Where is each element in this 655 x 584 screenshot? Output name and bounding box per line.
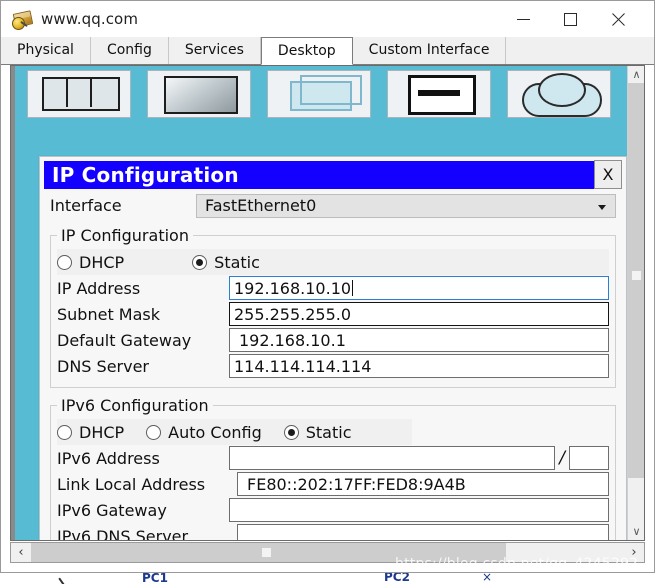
close-icon <box>611 12 626 27</box>
ipv6-dns-server-label: IPv6 DNS Server <box>57 526 189 541</box>
ipv6-radio-static[interactable]: Static <box>283 422 352 442</box>
dns-server-input[interactable]: 114.114.114.114 <box>229 354 609 378</box>
scroll-left-icon[interactable]: ‹ <box>11 543 31 562</box>
chevron-down-icon <box>598 204 606 210</box>
interface-row: Interface FastEthernet0 <box>50 193 616 218</box>
vertical-scrollbar-thumb[interactable] <box>628 83 644 478</box>
wireframe-box-icon[interactable] <box>267 70 371 118</box>
diagram-link-line <box>58 573 88 584</box>
ip-configuration-dialog: IP Configuration X Interface FastEtherne… <box>39 156 627 540</box>
interface-selected-value: FastEthernet0 <box>205 196 317 215</box>
ipv6-prefix-separator: / <box>559 448 565 468</box>
ip-address-input[interactable]: 192.168.10.10 <box>229 276 609 300</box>
window-title: www.qq.com <box>41 10 139 28</box>
ipv4-radio-dhcp-label: DHCP <box>79 252 125 272</box>
radio-circle-icon <box>146 424 162 440</box>
application-window: www.qq.com Physical Config Services Desk… <box>0 0 655 573</box>
radio-circle-selected-icon <box>283 424 299 440</box>
network-device-icon[interactable] <box>387 70 491 118</box>
ipv6-gateway-label: IPv6 Gateway <box>57 500 167 520</box>
tab-physical[interactable]: Physical <box>1 37 91 64</box>
ip-address-row: IP Address 192.168.10.10 <box>57 275 609 301</box>
ipv6-radio-static-label: Static <box>305 422 352 442</box>
desktop-canvas-area: Conector IP Configuration X Interface Fa… <box>10 65 645 541</box>
close-button[interactable] <box>596 1 640 37</box>
scroll-down-icon[interactable]: ∨ <box>628 523 644 540</box>
diagram-label-pc1: PC1 <box>142 573 168 584</box>
ipv4-mode-radiogroup: DHCP Static <box>57 249 609 275</box>
network-canvas[interactable]: Conector IP Configuration X Interface Fa… <box>11 66 627 540</box>
minimize-button[interactable] <box>501 1 545 37</box>
default-gateway-input[interactable]: 192.168.10.1 <box>229 328 609 352</box>
ipv6-gateway-row: IPv6 Gateway <box>57 497 609 523</box>
radio-circle-selected-icon <box>192 254 208 270</box>
switch-rack-icon[interactable] <box>27 70 131 118</box>
radio-circle-icon <box>57 424 72 440</box>
ipv6-gateway-input[interactable] <box>229 498 609 522</box>
dialog-body: Interface FastEthernet0 IP Configuration <box>44 193 622 540</box>
ipv4-group: IP Configuration DHCP Static IP Address … <box>50 226 616 388</box>
ipv4-radio-dhcp[interactable]: DHCP <box>57 253 124 272</box>
link-local-address-label: Link Local Address <box>57 474 206 494</box>
background-diagram-strip: PC1 PC2 × <box>0 573 655 584</box>
ipv4-radio-static[interactable]: Static <box>192 253 260 272</box>
ipv6-address-row: IPv6 Address / <box>57 445 609 471</box>
ipv4-group-legend: IP Configuration <box>61 226 189 245</box>
ipv6-dns-server-input[interactable] <box>237 524 609 540</box>
scrollbar-grip <box>632 271 641 280</box>
dialog-titlebar: IP Configuration X <box>44 160 622 189</box>
dns-server-row: DNS Server 114.114.114.114 <box>57 353 609 379</box>
dialog-close-button[interactable]: X <box>594 160 622 189</box>
ipv6-radio-auto-config-label: Auto Config <box>168 422 262 442</box>
tab-bar: Physical Config Services Desktop Custom … <box>1 37 654 65</box>
link-local-address-row: Link Local Address FE80::202:17FF:FED8:9… <box>57 471 609 497</box>
cloud-icon[interactable] <box>507 70 611 118</box>
radio-circle-icon <box>57 254 72 270</box>
dialog-title: IP Configuration <box>52 163 239 187</box>
ipv6-radio-dhcp-label: DHCP <box>79 422 125 442</box>
subnet-mask-input[interactable]: 255.255.255.0 <box>229 302 609 326</box>
minimize-icon <box>516 18 530 20</box>
interface-select[interactable]: FastEthernet0 <box>196 193 616 218</box>
ipv4-radio-static-label: Static <box>214 252 260 272</box>
monitor-icon[interactable] <box>147 70 251 118</box>
ipv6-address-label: IPv6 Address <box>57 448 160 468</box>
ipv6-radio-auto-config[interactable]: Auto Config <box>146 423 262 442</box>
ipv6-dns-server-row: IPv6 DNS Server <box>57 523 609 540</box>
window-titlebar: www.qq.com <box>1 1 654 37</box>
mail-search-icon <box>12 9 34 30</box>
canvas-vertical-scrollbar[interactable]: ∧ ∨ <box>627 66 644 540</box>
default-gateway-row: Default Gateway 192.168.10.1 <box>57 327 609 353</box>
ipv6-mode-radiogroup: DHCP Auto Config Static <box>57 419 412 445</box>
dns-server-label: DNS Server <box>57 356 149 376</box>
tab-filler <box>506 37 654 64</box>
ipv6-radio-dhcp[interactable]: DHCP <box>57 423 124 442</box>
tab-config[interactable]: Config <box>90 37 169 64</box>
interface-label: Interface <box>50 196 122 215</box>
ipv6-group-legend: IPv6 Configuration <box>61 396 209 415</box>
default-gateway-label: Default Gateway <box>57 330 192 350</box>
maximize-icon <box>563 12 577 26</box>
diagram-label-pc2: PC2 <box>384 573 410 584</box>
ipv6-group: IPv6 Configuration DHCP Auto Config Stat… <box>50 396 616 540</box>
scroll-up-icon[interactable]: ∧ <box>628 66 644 83</box>
scrollbar-grip <box>262 548 271 557</box>
diagram-marker: × <box>482 573 493 584</box>
ipv6-address-input[interactable] <box>229 446 556 470</box>
tab-services[interactable]: Services <box>168 37 261 64</box>
tab-desktop[interactable]: Desktop <box>260 37 353 65</box>
subnet-mask-row: Subnet Mask 255.255.255.0 <box>57 301 609 327</box>
maximize-button[interactable] <box>548 1 592 37</box>
watermark-text: https://blog.csdn.net/qq_4245292 <box>395 556 639 572</box>
ipv6-prefix-input[interactable] <box>569 446 609 470</box>
link-local-address-input[interactable]: FE80::202:17FF:FED8:9A4B <box>237 472 609 496</box>
subnet-mask-label: Subnet Mask <box>57 304 161 324</box>
tab-custom-interface[interactable]: Custom Interface <box>352 37 507 64</box>
ip-address-label: IP Address <box>57 278 141 298</box>
